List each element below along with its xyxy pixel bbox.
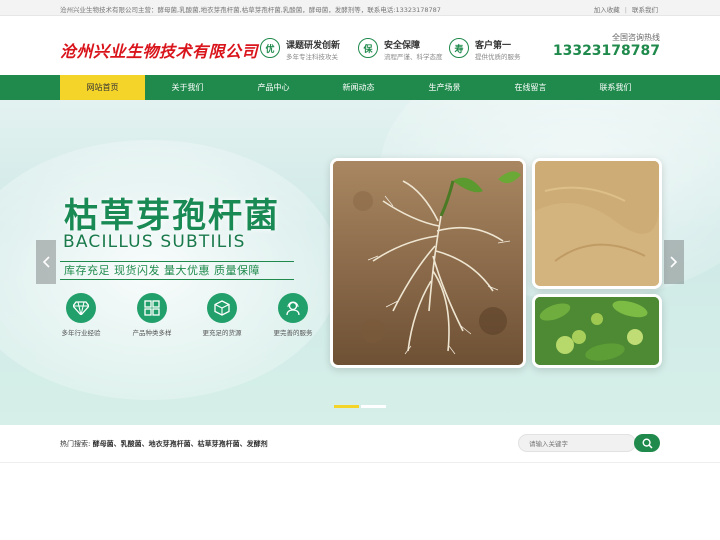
search-button[interactable] <box>634 434 660 452</box>
banner-feature-label: 产品种类多样 <box>132 329 172 337</box>
banner-feature-label: 更充足的货源 <box>202 329 242 337</box>
nav-item-products[interactable]: 产品中心 <box>231 75 316 100</box>
prev-slide-button[interactable] <box>36 240 56 284</box>
nav-item-news[interactable]: 新闻动态 <box>316 75 401 100</box>
banner-feature-label: 多年行业经验 <box>61 329 101 337</box>
banner-feature-label: 更完善的服务 <box>273 329 313 337</box>
diamond-icon <box>66 293 96 323</box>
top-links: 加入收藏 | 联系我们 <box>593 6 658 14</box>
top-contact-link[interactable]: 联系我们 <box>632 6 658 14</box>
nav-item-contact[interactable]: 联系我们 <box>573 75 658 100</box>
hotline-label: 全国咨询热线 <box>612 33 660 42</box>
product-subtitle: BACILLUS SUBTILIS <box>63 232 246 252</box>
company-logo[interactable]: 沧州兴业生物技术有限公司 <box>60 38 258 62</box>
slide-dot-2[interactable] <box>361 405 386 408</box>
search-input[interactable] <box>529 438 629 449</box>
nav-item-home[interactable]: 网站首页 <box>60 75 145 100</box>
banner-feature-service: 更完善的服务 <box>258 293 328 337</box>
badge-icon: 保 <box>358 38 378 58</box>
main-nav: 网站首页 关于我们 产品中心 新闻动态 生产场景 在线留言 联系我们 <box>0 75 720 100</box>
banner-feature-experience: 多年行业经验 <box>46 293 116 337</box>
header: 沧州兴业生物技术有限公司 优 课题研发创新 多年专注科技攻关 保 安全保障 流程… <box>0 16 720 75</box>
feature-title: 课题研发创新 <box>286 41 341 51</box>
box-icon <box>207 293 237 323</box>
product-title: 枯草芽孢杆菌 <box>64 196 280 236</box>
nav-item-message[interactable]: 在线留言 <box>488 75 573 100</box>
slide-dot-1[interactable] <box>334 405 359 408</box>
roots-photo <box>330 158 526 368</box>
hero-banner: 枯草芽孢杆菌 BACILLUS SUBTILIS 库存充足 现货闪发 量大优惠 … <box>0 100 720 425</box>
add-favorite-link[interactable]: 加入收藏 <box>594 6 620 14</box>
badge-icon: 优 <box>260 38 280 58</box>
hot-search: 热门搜索: 酵母菌、乳酸菌、地衣芽孢杆菌、枯草芽孢杆菌、发酵剂 <box>60 439 268 449</box>
top-intro-text: 沧州兴业生物技术有限公司主营：酵母菌,乳酸菌,地衣芽孢杆菌,枯草芽孢杆菌,乳酸菌… <box>60 6 441 14</box>
feature-title: 安全保障 <box>384 41 421 51</box>
search-icon <box>641 437 653 449</box>
banner-feature-variety: 产品种类多样 <box>117 293 187 337</box>
fruit-photo <box>532 294 662 368</box>
search-bar: 热门搜索: 酵母菌、乳酸菌、地衣芽孢杆菌、枯草芽孢杆菌、发酵剂 <box>0 425 720 463</box>
feature-subtitle: 提供优质的服务 <box>475 53 521 61</box>
hot-search-label: 热门搜索: <box>60 440 91 448</box>
next-slide-button[interactable] <box>664 240 684 284</box>
feature-subtitle: 多年专注科技攻关 <box>286 53 338 61</box>
top-bar: 沧州兴业生物技术有限公司主营：酵母菌,乳酸菌,地衣芽孢杆菌,枯草芽孢杆菌,乳酸菌… <box>0 0 720 16</box>
hot-search-terms[interactable]: 酵母菌、乳酸菌、地衣芽孢杆菌、枯草芽孢杆菌、发酵剂 <box>93 440 268 448</box>
grid-icon <box>137 293 167 323</box>
hotline-number: 13323178787 <box>552 43 660 59</box>
search-box <box>518 434 636 452</box>
feature-subtitle: 流程严谨、科学态度 <box>384 53 443 61</box>
user-service-icon <box>278 293 308 323</box>
nav-item-production[interactable]: 生产场景 <box>402 75 487 100</box>
feature-title: 客户第一 <box>475 41 512 51</box>
badge-icon: 寿 <box>449 38 469 58</box>
nav-item-about[interactable]: 关于我们 <box>145 75 230 100</box>
banner-slogan: 库存充足 现货闪发 量大优惠 质量保障 <box>60 261 294 280</box>
powder-photo <box>532 158 662 289</box>
banner-feature-supply: 更充足的货源 <box>187 293 257 337</box>
